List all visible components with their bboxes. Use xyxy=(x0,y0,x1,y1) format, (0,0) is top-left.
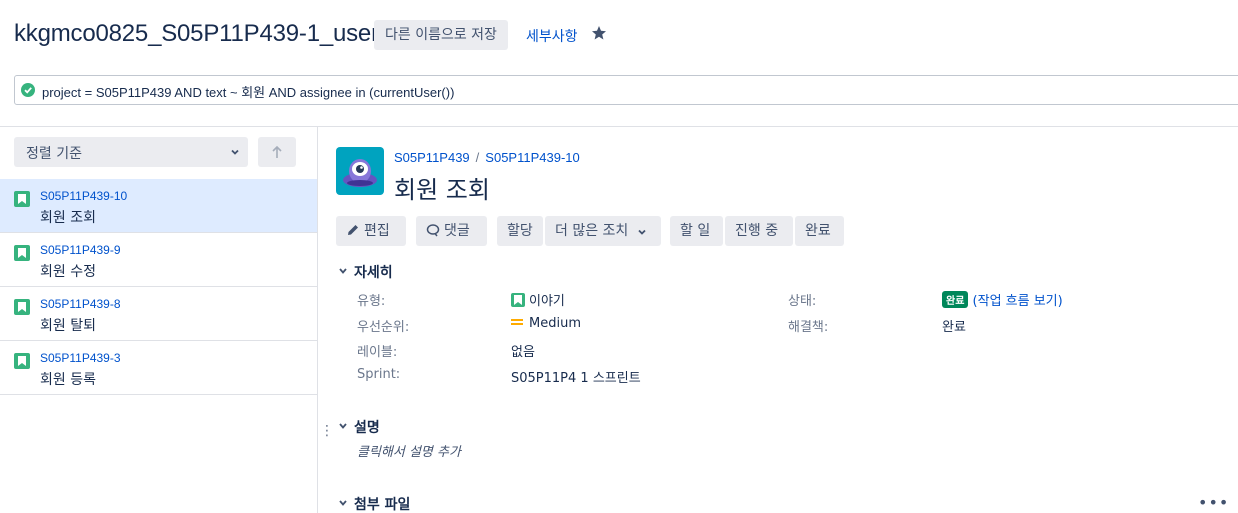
issue-summary[interactable]: 회원 조회 xyxy=(40,207,96,227)
sort-by-label: 정렬 기준 xyxy=(26,146,82,162)
details-heading: 자세히 xyxy=(354,265,393,281)
list-item[interactable]: S05P11P439-8 회원 탈퇴 xyxy=(0,287,317,341)
alien-avatar-icon xyxy=(343,159,377,187)
star-icon[interactable] xyxy=(591,25,607,41)
filter-header: kkgmco0825_S05P11P439-1_user 다른 이름으로 저장 … xyxy=(0,0,1238,70)
chevron-down-icon xyxy=(231,149,239,155)
chevron-down-icon xyxy=(339,268,347,274)
more-options-icon[interactable]: ••• xyxy=(1198,493,1229,512)
list-item[interactable]: S05P11P439-9 회원 수정 xyxy=(0,233,317,287)
story-icon xyxy=(14,191,30,207)
priority-value-text: Medium xyxy=(529,316,581,331)
story-icon xyxy=(14,299,30,315)
description-heading: 설명 xyxy=(354,420,380,436)
status-badge: 완료 xyxy=(942,291,969,308)
type-value: 이야기 xyxy=(511,290,565,309)
divider xyxy=(0,126,1238,127)
filter-title: kkgmco0825_S05P11P439-1_user xyxy=(14,20,379,47)
more-actions-button[interactable]: 더 많은 조치 xyxy=(545,216,661,246)
details-section-toggle[interactable]: 자세히 xyxy=(338,262,393,282)
comment-button[interactable]: 댓글 xyxy=(416,216,487,246)
list-item[interactable]: S05P11P439-3 회원 등록 xyxy=(0,341,317,395)
jql-query-text: project = S05P11P439 AND text ~ 회원 AND a… xyxy=(42,85,455,100)
story-icon xyxy=(14,353,30,369)
status-label: 상태: xyxy=(788,294,817,309)
breadcrumb-project-link[interactable]: S05P11P439 xyxy=(394,150,470,165)
resize-handle-icon[interactable]: ⋮ xyxy=(320,423,334,439)
assign-button[interactable]: 할당 xyxy=(497,216,543,246)
status-value: 완료 (작업 흐름 보기) xyxy=(942,290,1063,309)
save-as-button[interactable]: 다른 이름으로 저장 xyxy=(374,20,508,50)
issue-list: S05P11P439-10 회원 조회 S05P11P439-9 회원 수정 S… xyxy=(0,179,317,395)
transition-done-button[interactable]: 완료 xyxy=(795,216,844,246)
sort-by-select[interactable]: 정렬 기준 xyxy=(14,137,248,167)
story-icon xyxy=(511,293,525,307)
issue-summary[interactable]: 회원 등록 xyxy=(40,369,96,389)
attachments-section-toggle[interactable]: 첨부 파일 xyxy=(338,494,410,513)
chevron-down-icon xyxy=(638,229,646,235)
pencil-icon xyxy=(348,225,358,235)
story-icon xyxy=(14,245,30,261)
issue-key[interactable]: S05P11P439-8 xyxy=(40,297,121,311)
sort-direction-button[interactable] xyxy=(258,137,296,167)
more-actions-label: 더 많은 조치 xyxy=(555,223,629,239)
description-section-toggle[interactable]: 설명 xyxy=(338,417,380,437)
priority-label: 우선순위: xyxy=(357,320,410,335)
edit-button[interactable]: 편집 xyxy=(336,216,406,246)
jql-search-input[interactable]: project = S05P11P439 AND text ~ 회원 AND a… xyxy=(14,75,1238,105)
issue-title[interactable]: 회원 조회 xyxy=(394,170,490,205)
issue-summary[interactable]: 회원 탈퇴 xyxy=(40,315,96,335)
labels-label: 레이블: xyxy=(357,345,398,360)
project-avatar[interactable] xyxy=(336,147,384,195)
valid-check-icon xyxy=(21,83,35,97)
attachments-heading: 첨부 파일 xyxy=(354,497,411,513)
panel-divider[interactable] xyxy=(317,127,318,513)
sprint-label: Sprint: xyxy=(357,367,401,382)
sprint-value[interactable]: S05P11P4 1 스프린트 xyxy=(511,367,641,386)
issue-summary[interactable]: 회원 수정 xyxy=(40,261,96,281)
chevron-down-icon xyxy=(339,423,347,429)
transition-in-progress-button[interactable]: 진행 중 xyxy=(725,216,793,246)
arrow-up-icon xyxy=(272,145,282,158)
details-link[interactable]: 세부사항 xyxy=(526,26,578,46)
issue-key[interactable]: S05P11P439-10 xyxy=(40,189,127,203)
type-value-text: 이야기 xyxy=(529,294,565,309)
issue-key[interactable]: S05P11P439-9 xyxy=(40,243,121,257)
priority-value: Medium xyxy=(511,316,581,331)
view-workflow-link[interactable]: (작업 흐름 보기) xyxy=(973,294,1063,309)
transition-todo-button[interactable]: 할 일 xyxy=(670,216,723,246)
comment-icon xyxy=(426,224,440,237)
breadcrumb: S05P11P439 / S05P11P439-10 xyxy=(394,150,580,165)
list-item[interactable]: S05P11P439-10 회원 조회 xyxy=(0,179,317,233)
labels-value: 없음 xyxy=(511,345,535,360)
type-label: 유형: xyxy=(357,294,386,309)
resolution-value: 완료 xyxy=(942,320,966,335)
resolution-label: 해결책: xyxy=(788,320,829,335)
breadcrumb-issue-link[interactable]: S05P11P439-10 xyxy=(485,150,579,165)
priority-medium-icon xyxy=(511,317,523,327)
chevron-down-icon xyxy=(339,500,347,506)
breadcrumb-separator: / xyxy=(475,150,480,165)
edit-button-label: 편집 xyxy=(364,223,390,239)
description-placeholder[interactable]: 클릭해서 설명 추가 xyxy=(357,441,461,460)
comment-button-label: 댓글 xyxy=(444,223,470,239)
issue-key[interactable]: S05P11P439-3 xyxy=(40,351,121,365)
